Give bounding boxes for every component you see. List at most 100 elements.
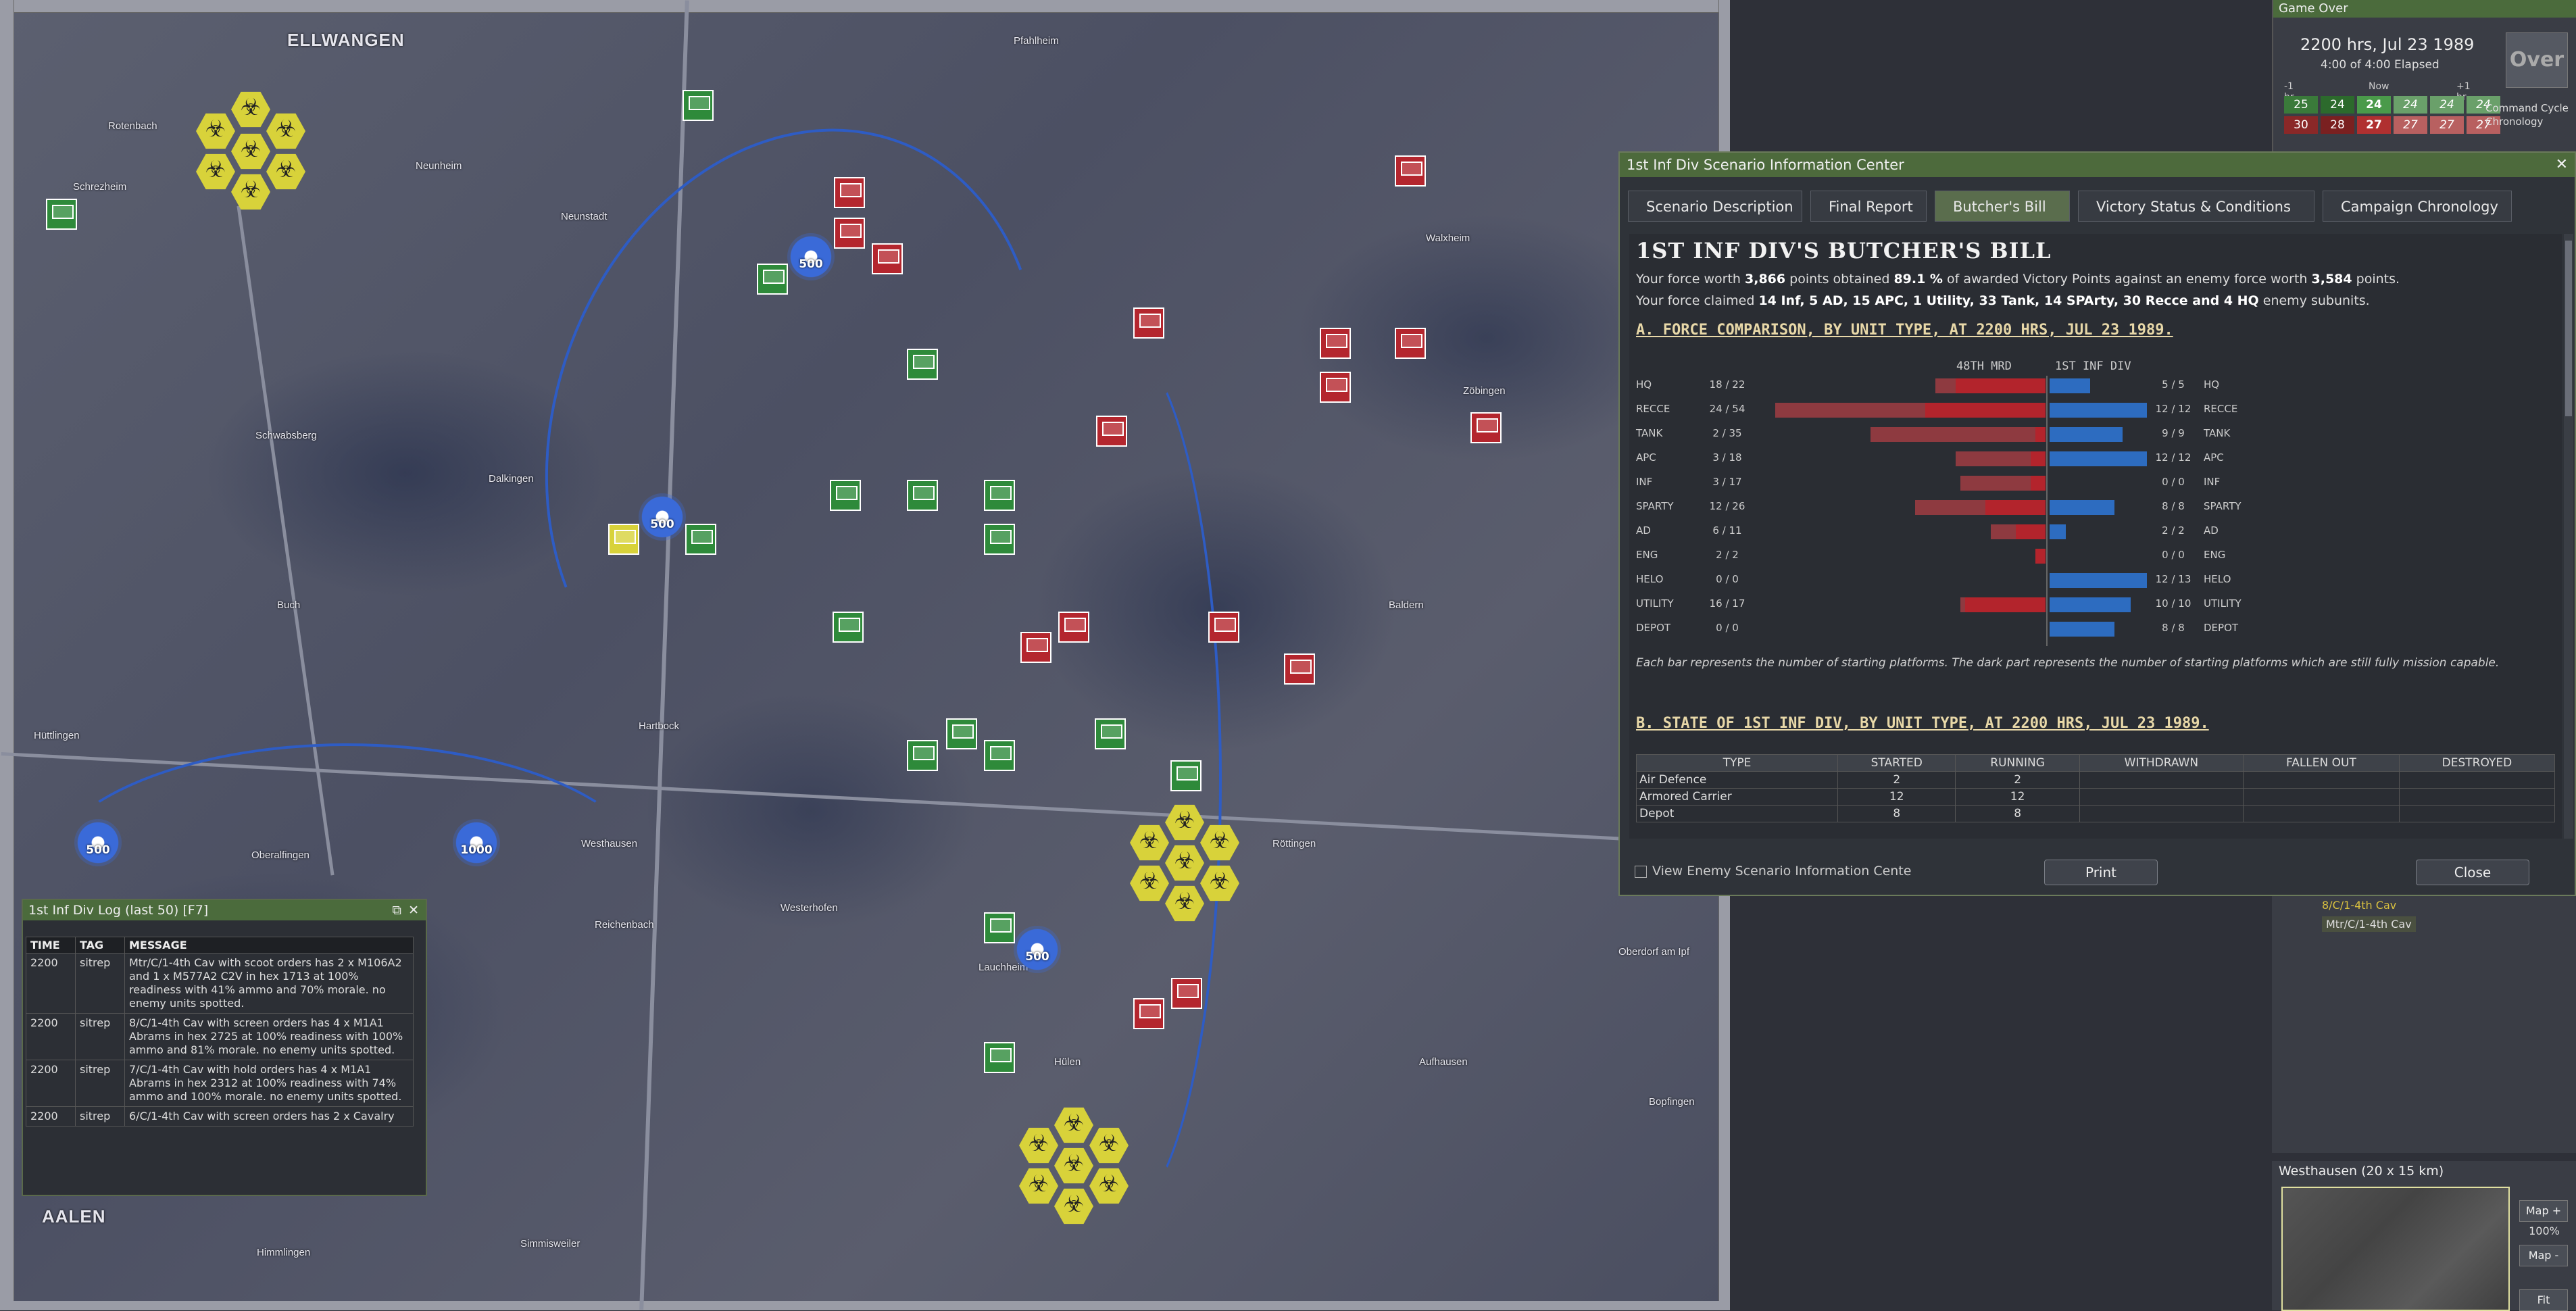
- unit-list-item-selected[interactable]: Mtr/C/1-4th Cav: [2322, 916, 2416, 932]
- friendly-unit-counter[interactable]: [984, 480, 1015, 511]
- chron-cell[interactable]: 24: [2394, 96, 2427, 114]
- close-icon[interactable]: ✕: [408, 900, 419, 920]
- enemy-unit-counter[interactable]: [1058, 612, 1089, 643]
- enemy-bar-capable: [1925, 403, 2046, 418]
- division-log-panel: 1st Inf Div Log (last 50) [F7] ⧉ ✕ TIME …: [22, 899, 427, 1196]
- chron-cell[interactable]: 25: [2284, 96, 2318, 114]
- enemy-count: 16 / 17: [1709, 597, 1745, 610]
- col-type: TYPE: [1635, 754, 1839, 772]
- over-button[interactable]: Over: [2506, 32, 2568, 88]
- close-icon[interactable]: ✕: [2556, 153, 2568, 177]
- artillery-strike-marker[interactable]: 500: [639, 493, 686, 541]
- town-label: ELLWANGEN: [287, 30, 405, 50]
- log-tag: sitrep: [75, 1060, 125, 1107]
- enemy-bar-capable: [1985, 500, 2046, 515]
- force-row-apc: APC 3 / 18 12 / 12 APC: [1636, 451, 2244, 474]
- tab-butchers-bill[interactable]: Butcher's Bill: [1935, 191, 2070, 222]
- own-count: 0 / 0: [2162, 476, 2185, 488]
- friendly-unit-counter[interactable]: [907, 349, 938, 380]
- friendly-unit-counter[interactable]: [683, 90, 714, 121]
- log-row[interactable]: 2200 sitrep 8/C/1-4th Cav with screen or…: [26, 1013, 414, 1060]
- artillery-strike-marker[interactable]: 500: [74, 819, 122, 866]
- enemy-unit-counter[interactable]: [1470, 412, 1502, 443]
- elapsed-time: 4:00 of 4:00 Elapsed: [2321, 58, 2439, 72]
- map-fit-button[interactable]: Fit: [2519, 1289, 2568, 1311]
- friendly-unit-counter[interactable]: [833, 612, 864, 643]
- friendly-unit-counter[interactable]: [46, 199, 77, 230]
- enemy-unit-counter[interactable]: [1395, 155, 1426, 187]
- minimap-image[interactable]: [2281, 1187, 2510, 1311]
- log-row[interactable]: 2200 sitrep 7/C/1-4th Cav with hold orde…: [26, 1060, 414, 1107]
- enemy-count: 2 / 35: [1712, 427, 1742, 439]
- cell: [2079, 805, 2244, 822]
- map-zoom-out-button[interactable]: Map -: [2519, 1245, 2568, 1266]
- tab-final-report[interactable]: Final Report: [1810, 191, 1927, 222]
- chron-cell[interactable]: 27: [2357, 116, 2391, 134]
- enemy-unit-counter[interactable]: [834, 218, 865, 249]
- force-row-recce: RECCE 24 / 54 12 / 12 RECCE: [1636, 403, 2244, 426]
- map-top-ruler: [0, 0, 1730, 13]
- chron-cell[interactable]: 27: [2394, 116, 2427, 134]
- tab-campaign-chronology[interactable]: Campaign Chronology: [2323, 191, 2512, 222]
- unit-state-table: TYPE STARTED RUNNING WITHDRAWN FALLEN OU…: [1635, 754, 2556, 822]
- checkbox-icon[interactable]: [1635, 865, 1647, 878]
- report-scrollbar[interactable]: [2564, 234, 2573, 839]
- minimap-title: Westhausen (20 x 15 km): [2272, 1161, 2576, 1181]
- chron-cell[interactable]: 28: [2321, 116, 2354, 134]
- log-row[interactable]: 2200 sitrep 6/C/1-4th Cav with screen or…: [26, 1106, 414, 1127]
- enemy-unit-counter[interactable]: [1133, 307, 1164, 339]
- print-button[interactable]: Print: [2044, 860, 2158, 885]
- town-label: Simmisweiler: [520, 1238, 580, 1250]
- enemy-unit-counter[interactable]: [1171, 978, 1202, 1009]
- chron-cell[interactable]: 27: [2430, 116, 2464, 134]
- summary-line-2: Your force claimed 14 Inf, 5 AD, 15 APC,…: [1636, 293, 2370, 308]
- close-button[interactable]: Close: [2416, 860, 2529, 885]
- section-a-heading: A. FORCE COMPARISON, BY UNIT TYPE, AT 22…: [1636, 322, 2173, 339]
- artillery-strike-marker[interactable]: 1000: [453, 819, 500, 866]
- chron-cell[interactable]: 24: [2357, 96, 2391, 114]
- enemy-unit-counter[interactable]: [1320, 372, 1351, 403]
- enemy-unit-counter[interactable]: [872, 243, 903, 274]
- artillery-strike-marker[interactable]: 500: [1014, 926, 1061, 973]
- town-label: Reichenbach: [595, 919, 654, 931]
- scroll-thumb[interactable]: [2565, 241, 2572, 416]
- town-label: AALEN: [42, 1206, 106, 1227]
- enemy-unit-counter[interactable]: [1284, 653, 1315, 685]
- town-label: Dalkingen: [489, 473, 534, 485]
- enemy-unit-counter[interactable]: [1096, 416, 1127, 447]
- unit-list-item[interactable]: 8/C/1-4th Cav: [2322, 899, 2396, 912]
- enemy-unit-counter[interactable]: [1320, 328, 1351, 359]
- enemy-unit-counter[interactable]: [1395, 328, 1426, 359]
- friendly-unit-counter[interactable]: [984, 912, 1015, 943]
- friendly-unit-counter[interactable]: [830, 480, 861, 511]
- friendly-unit-counter[interactable]: [1095, 718, 1126, 749]
- friendly-unit-counter[interactable]: [907, 480, 938, 511]
- tab-victory-status[interactable]: Victory Status & Conditions: [2078, 191, 2314, 222]
- friendly-unit-counter[interactable]: [946, 718, 977, 749]
- friendly-unit-counter[interactable]: [1170, 760, 1202, 791]
- view-enemy-checkbox[interactable]: View Enemy Scenario Information Cente: [1635, 864, 1911, 879]
- town-label: Himmlingen: [257, 1247, 311, 1258]
- friendly-unit-counter[interactable]: [984, 524, 1015, 555]
- friendly-unit-counter[interactable]: [907, 740, 938, 771]
- log-titlebar: 1st Inf Div Log (last 50) [F7] ⧉ ✕: [23, 900, 426, 920]
- arty-value: 500: [650, 518, 674, 531]
- popout-icon[interactable]: ⧉: [392, 900, 401, 920]
- tab-scenario-description[interactable]: Scenario Description: [1628, 191, 1802, 222]
- log-row[interactable]: 2200 sitrep Mtr/C/1-4th Cav with scoot o…: [26, 953, 414, 1014]
- map-zoom-in-button[interactable]: Map +: [2519, 1200, 2568, 1222]
- artillery-strike-marker[interactable]: 500: [787, 233, 835, 280]
- enemy-bar-capable: [2015, 524, 2046, 539]
- chron-cell[interactable]: 24: [2321, 96, 2354, 114]
- friendly-unit-counter[interactable]: [984, 1042, 1015, 1073]
- enemy-unit-counter[interactable]: [1208, 612, 1239, 643]
- friendly-unit-counter[interactable]: [685, 524, 716, 555]
- enemy-unit-counter[interactable]: [1133, 998, 1164, 1029]
- friendly-unit-counter[interactable]: [984, 740, 1015, 771]
- chron-cell[interactable]: 24: [2430, 96, 2464, 114]
- chron-cell[interactable]: 30: [2284, 116, 2318, 134]
- enemy-unit-counter[interactable]: [834, 177, 865, 208]
- selected-unit-counter[interactable]: [608, 524, 639, 555]
- enemy-unit-counter[interactable]: [1020, 632, 1051, 663]
- friendly-unit-counter[interactable]: [757, 264, 788, 295]
